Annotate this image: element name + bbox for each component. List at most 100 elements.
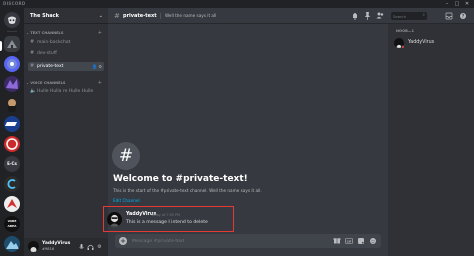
category-label: TEXT CHANNELS	[30, 31, 64, 35]
add-attachment-icon[interactable]: +	[119, 237, 127, 245]
chevron-down-icon: ⌄	[98, 13, 103, 19]
welcome-title: Welcome to #private-text!	[113, 174, 248, 184]
channel-title: private-text	[123, 13, 157, 19]
message-text: This is a message I intend to delete	[126, 220, 208, 225]
server-icon-ecs[interactable]: E-Cs	[4, 156, 20, 172]
selected-server-pill	[0, 41, 2, 51]
server-icon-vare[interactable]: VARE AREA	[4, 216, 20, 232]
maximize-button[interactable]: □	[454, 1, 460, 7]
guild-divider	[7, 31, 17, 32]
category-voice-channels[interactable]: ⌄ VOICE CHANNELS	[26, 80, 66, 86]
close-window-button[interactable]: ✕	[464, 1, 470, 7]
server-icon-9[interactable]	[4, 196, 20, 212]
channel-private-text[interactable]: # private-text 👤 ⚙	[28, 62, 104, 71]
welcome-subtitle: This is the start of the #private-text c…	[113, 188, 262, 193]
app-brand: DISCORD	[3, 1, 26, 6]
user-tag: #9816	[42, 247, 55, 251]
server-icon-4[interactable]	[4, 96, 20, 112]
channel-hash-badge-icon: #	[112, 142, 140, 170]
server-icon-2[interactable]	[4, 56, 20, 72]
search-icon: ⌕	[422, 13, 425, 18]
speaker-icon: 🔈	[30, 88, 37, 94]
server-icon-5[interactable]	[4, 116, 20, 132]
channel-header: # private-text Well the name says it all…	[108, 8, 474, 24]
avatar[interactable]	[28, 241, 39, 252]
channel-name: private-text	[37, 64, 64, 69]
channel-dev-stuff[interactable]: # dev-stuff	[28, 49, 104, 58]
gif-icon[interactable]: GIF	[345, 234, 353, 254]
server-icon-3[interactable]	[4, 76, 20, 92]
message-input[interactable]	[132, 234, 302, 248]
text-channel-icon: #	[30, 50, 35, 56]
member-name: YaddyVirus	[408, 40, 435, 45]
title-bar: DISCORD – □ ✕	[0, 0, 474, 8]
emoji-icon[interactable]	[369, 234, 377, 254]
message-timestamp: Today at 7:05 PM	[151, 213, 181, 217]
minimize-button[interactable]: –	[444, 1, 450, 7]
text-channel-icon: #	[30, 63, 35, 69]
avatar[interactable]	[107, 212, 122, 227]
server-header[interactable]: The Shack ⌄	[24, 8, 108, 24]
purple-creature-icon	[6, 79, 18, 89]
pin-icon[interactable]	[363, 8, 371, 31]
avatar-image	[30, 247, 37, 252]
header-divider	[160, 13, 161, 19]
server-list: E-Cs VARE AREA	[0, 8, 24, 256]
server-initials: E-Cs	[7, 161, 17, 166]
gear-icon[interactable]: ⚙	[96, 243, 103, 251]
bell-icon[interactable]	[351, 8, 359, 31]
channel-name: main-backchat	[37, 40, 71, 45]
discord-app: DISCORD – □ ✕ E-Cs VARE AREA The Shack ⌄…	[0, 0, 474, 256]
invite-icon[interactable]: 👤	[92, 64, 97, 69]
username: YaddyVirus	[42, 241, 71, 246]
avatar-image	[109, 214, 120, 227]
face-icon	[8, 99, 16, 112]
shack-icon	[7, 40, 17, 48]
edit-channel-link[interactable]: Edit Channel	[113, 198, 140, 203]
microphone-icon[interactable]	[78, 243, 85, 251]
search-input[interactable]	[393, 12, 419, 20]
swirl-icon	[7, 179, 16, 189]
category-text-channels[interactable]: ⌄ TEXT CHANNELS	[26, 30, 63, 36]
channel-sidebar: The Shack ⌄ ⌄ TEXT CHANNELS + # main-bac…	[24, 8, 108, 256]
hash-icon: #	[114, 12, 120, 20]
home-button[interactable]	[4, 12, 20, 28]
message-composer: + GIF	[115, 234, 381, 248]
voice-channel-hulle[interactable]: 🔈 Hulle Hulla re Hulle Hulle	[28, 87, 104, 96]
channel-main-backchat[interactable]: # main-backchat	[28, 38, 104, 47]
dnd-status-icon	[401, 45, 405, 49]
create-channel-icon[interactable]: +	[98, 80, 102, 86]
arrow-logo-icon	[7, 199, 17, 208]
headphones-icon[interactable]	[87, 243, 94, 251]
search-bar[interactable]: ⌕	[391, 12, 427, 20]
member-category: NOOB—1	[396, 29, 414, 33]
channel-name: Hulle Hulla re Hulle Hulle	[37, 89, 94, 94]
gift-icon[interactable]	[333, 234, 341, 254]
text-channel-icon: #	[30, 39, 35, 45]
server-emblem-icon	[7, 59, 17, 69]
logo-ir-icon	[5, 122, 17, 126]
server-name: The Shack	[30, 13, 59, 19]
chat-area: # private-text Well the name says it all…	[103, 8, 474, 256]
gear-icon[interactable]: ⚙	[98, 64, 102, 69]
red-circle-icon	[6, 138, 18, 150]
members-icon[interactable]	[376, 8, 384, 31]
server-icon-6[interactable]	[4, 136, 20, 152]
user-panel: YaddyVirus #9816 ⚙	[24, 238, 108, 256]
server-icon-the-shack[interactable]	[4, 36, 20, 52]
category-label: VOICE CHANNELS	[30, 81, 66, 85]
channel-action-icons: 👤 ⚙	[92, 62, 102, 71]
mountain-icon	[6, 241, 19, 249]
member-item[interactable]: YaddyVirus	[394, 37, 470, 51]
channel-topic: Well the name says it all	[165, 13, 217, 18]
sticker-icon[interactable]	[357, 234, 365, 254]
server-initials: VARE AREA	[7, 219, 17, 228]
discord-logo-icon	[8, 16, 16, 24]
svg-text:GIF: GIF	[347, 239, 352, 243]
member-list: NOOB—1 YaddyVirus	[388, 24, 474, 256]
message-highlight-box: YaddyVirus Today at 7:05 PM This is a me…	[103, 206, 234, 232]
server-icon-11[interactable]	[4, 236, 20, 252]
server-icon-8[interactable]	[4, 176, 20, 192]
create-channel-icon[interactable]: +	[98, 30, 102, 36]
channel-name: dev-stuff	[37, 51, 57, 56]
